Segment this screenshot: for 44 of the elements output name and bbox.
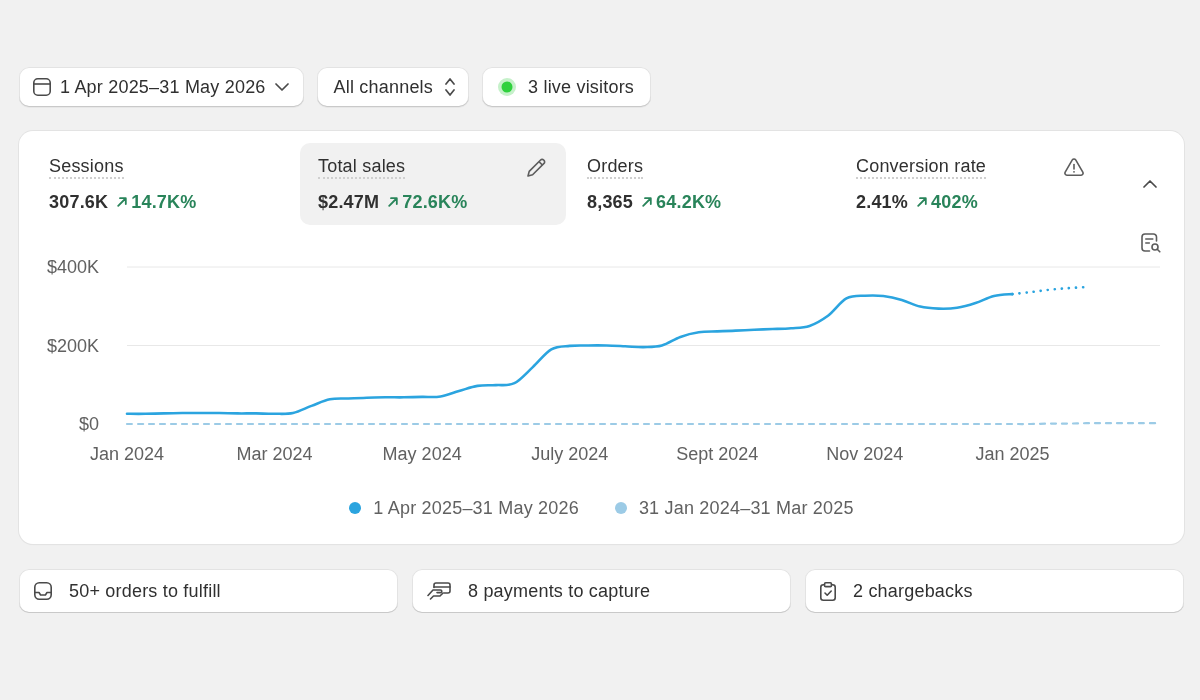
pencil-icon[interactable] — [527, 157, 546, 177]
x-axis-label: Mar 2024 — [236, 444, 313, 464]
metric-label: Conversion rate — [856, 155, 987, 179]
metric-tab[interactable]: Orders 8,365 64.2K% — [569, 143, 835, 225]
x-axis-label: Jan 2024 — [89, 444, 165, 464]
metric-value: $2.47M — [318, 191, 380, 213]
x-axis-label: Nov 2024 — [826, 444, 904, 464]
metric-label: Orders — [587, 155, 644, 179]
metric-tab[interactable]: Conversion rate 2.41% 402% — [838, 143, 1104, 225]
hand-card-icon — [427, 582, 451, 600]
y-axis-label: $0 — [78, 414, 99, 434]
chevron-down-icon — [274, 83, 289, 91]
metric-value: 307.6K — [49, 191, 109, 213]
metric-change: 14.7K% — [131, 191, 197, 213]
chevron-up-down-icon — [445, 78, 456, 96]
y-axis-label: $200K — [46, 335, 99, 356]
metric-change: 402% — [931, 191, 978, 213]
clipboard-check-icon — [820, 581, 836, 601]
task-button[interactable]: 2 chargebacks — [805, 569, 1184, 613]
metric-value: 2.41% — [856, 191, 909, 213]
metric-change: 72.6K% — [402, 191, 468, 213]
status-dot-icon — [498, 78, 517, 96]
inbox-tray-icon — [34, 582, 52, 600]
document-search-icon[interactable] — [1141, 233, 1161, 253]
metric-tab[interactable]: Total sales $2.47M 72.6K% — [300, 143, 566, 225]
x-axis-label: Jan 2025 — [975, 444, 1050, 464]
x-axis-label: May 2024 — [382, 444, 462, 464]
chevron-up-icon[interactable] — [1143, 180, 1157, 188]
x-axis-label: Sept 2024 — [676, 444, 759, 464]
live-visitors-button[interactable]: 3 live visitors — [482, 67, 652, 107]
metric-value: 8,365 — [587, 191, 634, 213]
metric-tab[interactable]: Sessions 307.6K 14.7K% — [31, 143, 297, 225]
legend-label: 1 Apr 2025–31 May 2026 — [373, 497, 579, 519]
task-button[interactable]: 8 payments to capture — [412, 569, 791, 613]
legend-label: 31 Jan 2024–31 Mar 2025 — [638, 497, 854, 519]
calendar-icon — [33, 78, 51, 96]
metric-change: 64.2K% — [656, 191, 722, 213]
metric-label: Sessions — [49, 155, 124, 179]
channel-select-button[interactable]: All channels — [316, 67, 470, 107]
task-button[interactable]: 50+ orders to fulfill — [19, 569, 398, 613]
y-axis-label: $400K — [46, 257, 99, 277]
x-axis-label: July 2024 — [531, 444, 609, 464]
metric-label: Total sales — [318, 155, 406, 179]
date-range-button[interactable]: 1 Apr 2025–31 May 2026 — [19, 67, 304, 107]
